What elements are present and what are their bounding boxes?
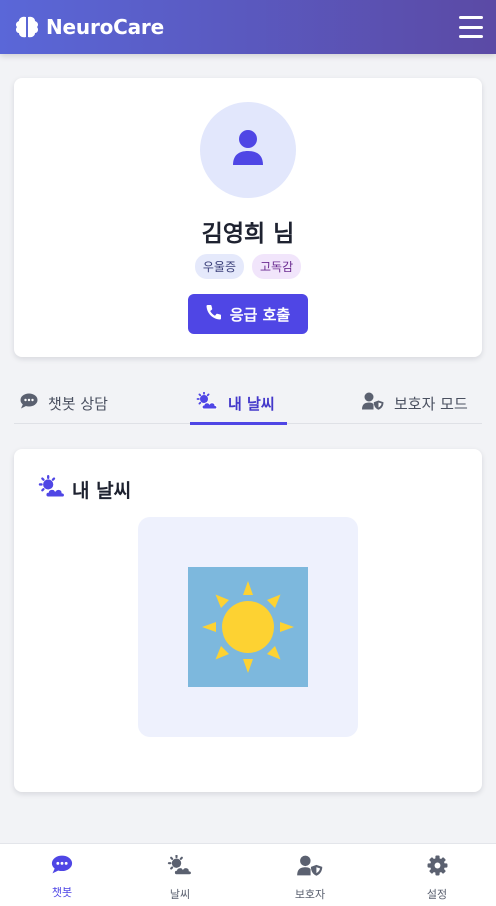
tag-loneliness: 고독감 xyxy=(252,254,302,279)
brand[interactable]: NeuroCare xyxy=(14,14,164,40)
active-tab-indicator xyxy=(190,422,287,425)
user-shield-icon xyxy=(297,855,323,880)
tab-label: 챗봇 상담 xyxy=(48,394,108,413)
weather-title: 내 날씨 xyxy=(38,475,131,504)
nav-label: 날씨 xyxy=(169,888,191,901)
tab-chatbot[interactable]: 챗봇 상담 xyxy=(20,382,108,424)
sun-cloud-icon xyxy=(38,475,66,504)
tab-bar: 챗봇 상담 내 날씨 보호자 모드 xyxy=(14,382,482,425)
nav-label: 챗봇 xyxy=(51,886,73,899)
nav-weather[interactable]: 날씨 xyxy=(118,844,242,906)
profile-name: 김영희 님 xyxy=(201,221,295,247)
avatar xyxy=(200,102,296,198)
condition-tags: 우울증 고독감 xyxy=(14,254,482,279)
chat-bubble-icon xyxy=(20,393,38,413)
nav-label: 설정 xyxy=(426,888,448,901)
weather-title-text: 내 날씨 xyxy=(72,480,132,502)
gear-icon xyxy=(427,855,448,880)
tab-label: 내 날씨 xyxy=(228,394,275,413)
bottom-navigation: 챗봇 날씨 보호자 설정 xyxy=(0,843,496,906)
emergency-call-button[interactable]: 응급 호출 xyxy=(188,294,308,334)
sun-cloud-icon xyxy=(167,854,193,880)
weather-card: 내 날씨 xyxy=(14,449,482,792)
nav-guardian[interactable]: 보호자 xyxy=(248,844,372,906)
user-shield-icon xyxy=(362,392,384,414)
app-header: NeuroCare xyxy=(0,0,496,54)
emergency-call-label: 응급 호출 xyxy=(229,305,291,324)
nav-chatbot[interactable]: 챗봇 xyxy=(0,844,124,906)
tab-my-weather[interactable]: 내 날씨 xyxy=(196,382,275,424)
tab-guardian-mode[interactable]: 보호자 모드 xyxy=(362,382,468,424)
nav-settings[interactable]: 설정 xyxy=(375,844,496,906)
brain-icon xyxy=(14,14,40,40)
sun-icon xyxy=(188,567,308,687)
weather-display xyxy=(138,517,358,737)
tab-label: 보호자 모드 xyxy=(394,394,468,413)
tag-depression: 우울증 xyxy=(194,254,244,279)
chat-bubble-icon xyxy=(51,855,73,878)
hamburger-menu-icon[interactable] xyxy=(459,16,483,38)
sun-cloud-icon xyxy=(196,391,218,414)
brand-name: NeuroCare xyxy=(46,15,164,39)
phone-icon xyxy=(206,304,222,324)
nav-label: 보호자 xyxy=(294,888,326,901)
profile-card: 김영희 님 우울증 고독감 응급 호출 xyxy=(14,78,482,357)
user-icon xyxy=(231,129,265,171)
